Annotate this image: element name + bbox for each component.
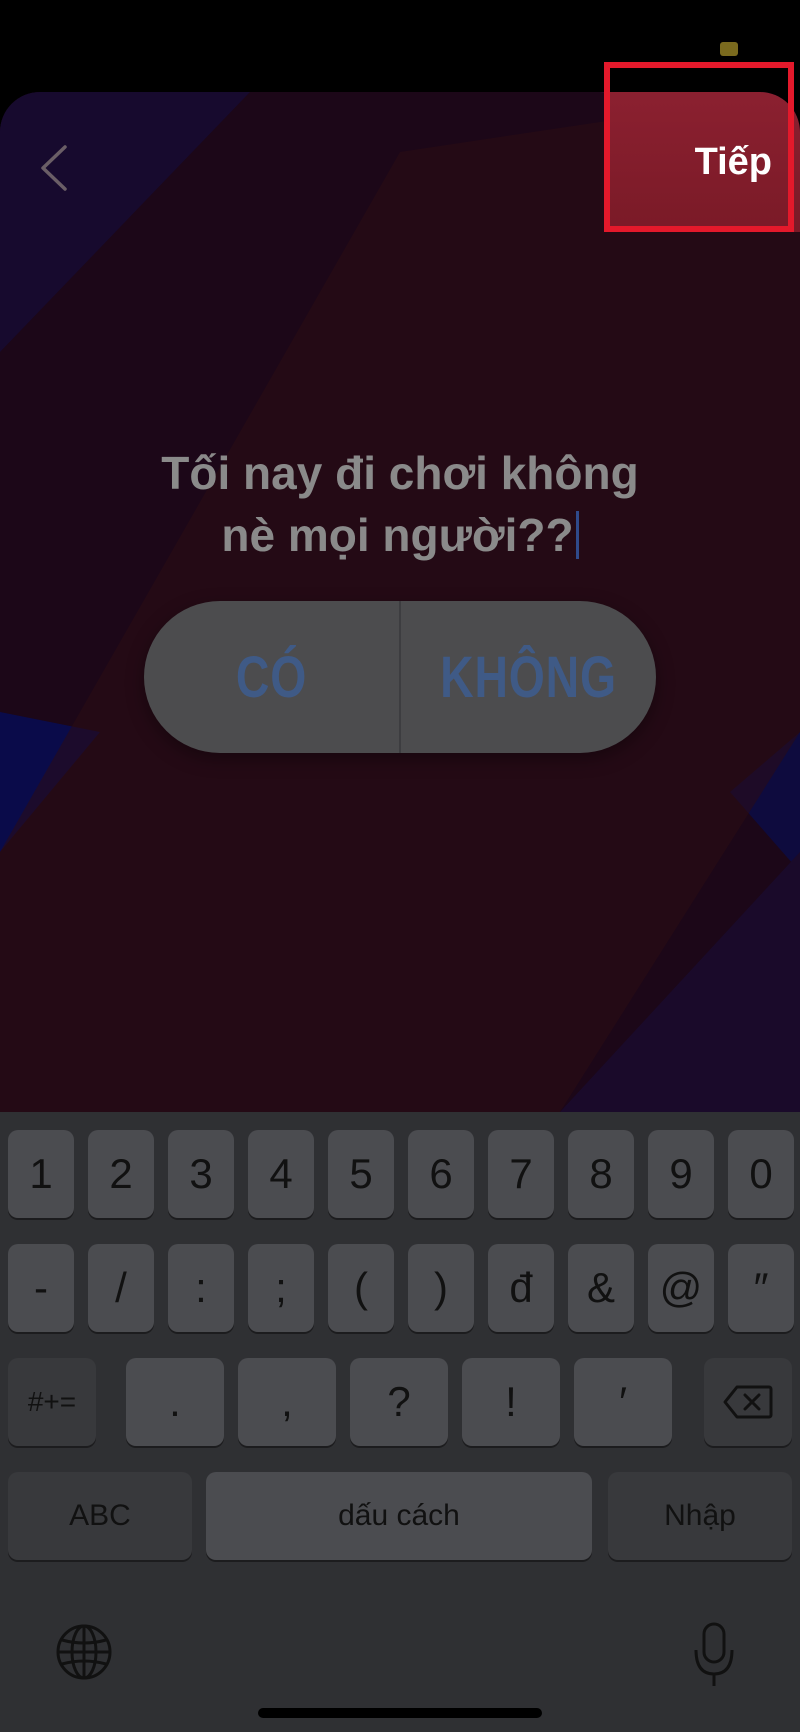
key-3[interactable]: 3 <box>168 1130 234 1218</box>
key-0[interactable]: 0 <box>728 1130 794 1218</box>
key-at[interactable]: @ <box>648 1244 714 1332</box>
key-9[interactable]: 9 <box>648 1130 714 1218</box>
key-4[interactable]: 4 <box>248 1130 314 1218</box>
delete-key[interactable] <box>704 1358 792 1446</box>
recording-indicator <box>720 42 738 56</box>
globe-icon[interactable] <box>52 1620 116 1684</box>
key-semicolon[interactable]: ; <box>248 1244 314 1332</box>
text-cursor <box>575 511 579 559</box>
key-6[interactable]: 6 <box>408 1130 474 1218</box>
story-editor: Tiếp Tối nay đi chơi không nè mọi người?… <box>0 92 800 1112</box>
back-button[interactable] <box>28 132 80 204</box>
key-open-paren[interactable]: ( <box>328 1244 394 1332</box>
status-bar <box>0 0 800 92</box>
poll-option-no[interactable]: KHÔNG <box>427 601 631 753</box>
key-period[interactable]: . <box>126 1358 224 1446</box>
key-exclamation[interactable]: ! <box>462 1358 560 1446</box>
key-slash[interactable]: / <box>88 1244 154 1332</box>
question-line-2: nè mọi người?? <box>221 509 574 561</box>
key-hyphen[interactable]: - <box>8 1244 74 1332</box>
key-d-stroke[interactable]: đ <box>488 1244 554 1332</box>
key-7[interactable]: 7 <box>488 1130 554 1218</box>
key-close-paren[interactable]: ) <box>408 1244 474 1332</box>
key-abc[interactable]: ABC <box>8 1472 192 1560</box>
chevron-left-icon <box>41 145 67 191</box>
key-2[interactable]: 2 <box>88 1130 154 1218</box>
enter-key[interactable]: Nhập <box>608 1472 792 1560</box>
key-apostrophe[interactable]: ′ <box>574 1358 672 1446</box>
key-5[interactable]: 5 <box>328 1130 394 1218</box>
key-quote[interactable]: ″ <box>728 1244 794 1332</box>
home-indicator <box>258 1708 542 1718</box>
keyboard: 1 2 3 4 5 6 7 8 9 0 - / : ; ( ) đ & @ ″ … <box>0 1112 800 1732</box>
next-button[interactable]: Tiếp <box>608 92 800 232</box>
space-bar[interactable]: dấu cách <box>206 1472 592 1560</box>
key-comma[interactable]: , <box>238 1358 336 1446</box>
key-8[interactable]: 8 <box>568 1130 634 1218</box>
question-line-1: Tối nay đi chơi không <box>161 447 639 499</box>
key-colon[interactable]: : <box>168 1244 234 1332</box>
backspace-icon <box>723 1385 773 1419</box>
poll-sticker[interactable]: CÓ KHÔNG <box>144 601 656 753</box>
poll-option-yes[interactable]: CÓ <box>170 601 374 753</box>
key-more-symbols[interactable]: #+= <box>8 1358 96 1446</box>
key-ampersand[interactable]: & <box>568 1244 634 1332</box>
microphone-icon[interactable] <box>690 1620 738 1692</box>
next-label: Tiếp <box>694 140 772 183</box>
poll-divider <box>399 601 401 753</box>
key-1[interactable]: 1 <box>8 1130 74 1218</box>
poll-question[interactable]: Tối nay đi chơi không nè mọi người?? <box>100 442 700 566</box>
key-question[interactable]: ? <box>350 1358 448 1446</box>
